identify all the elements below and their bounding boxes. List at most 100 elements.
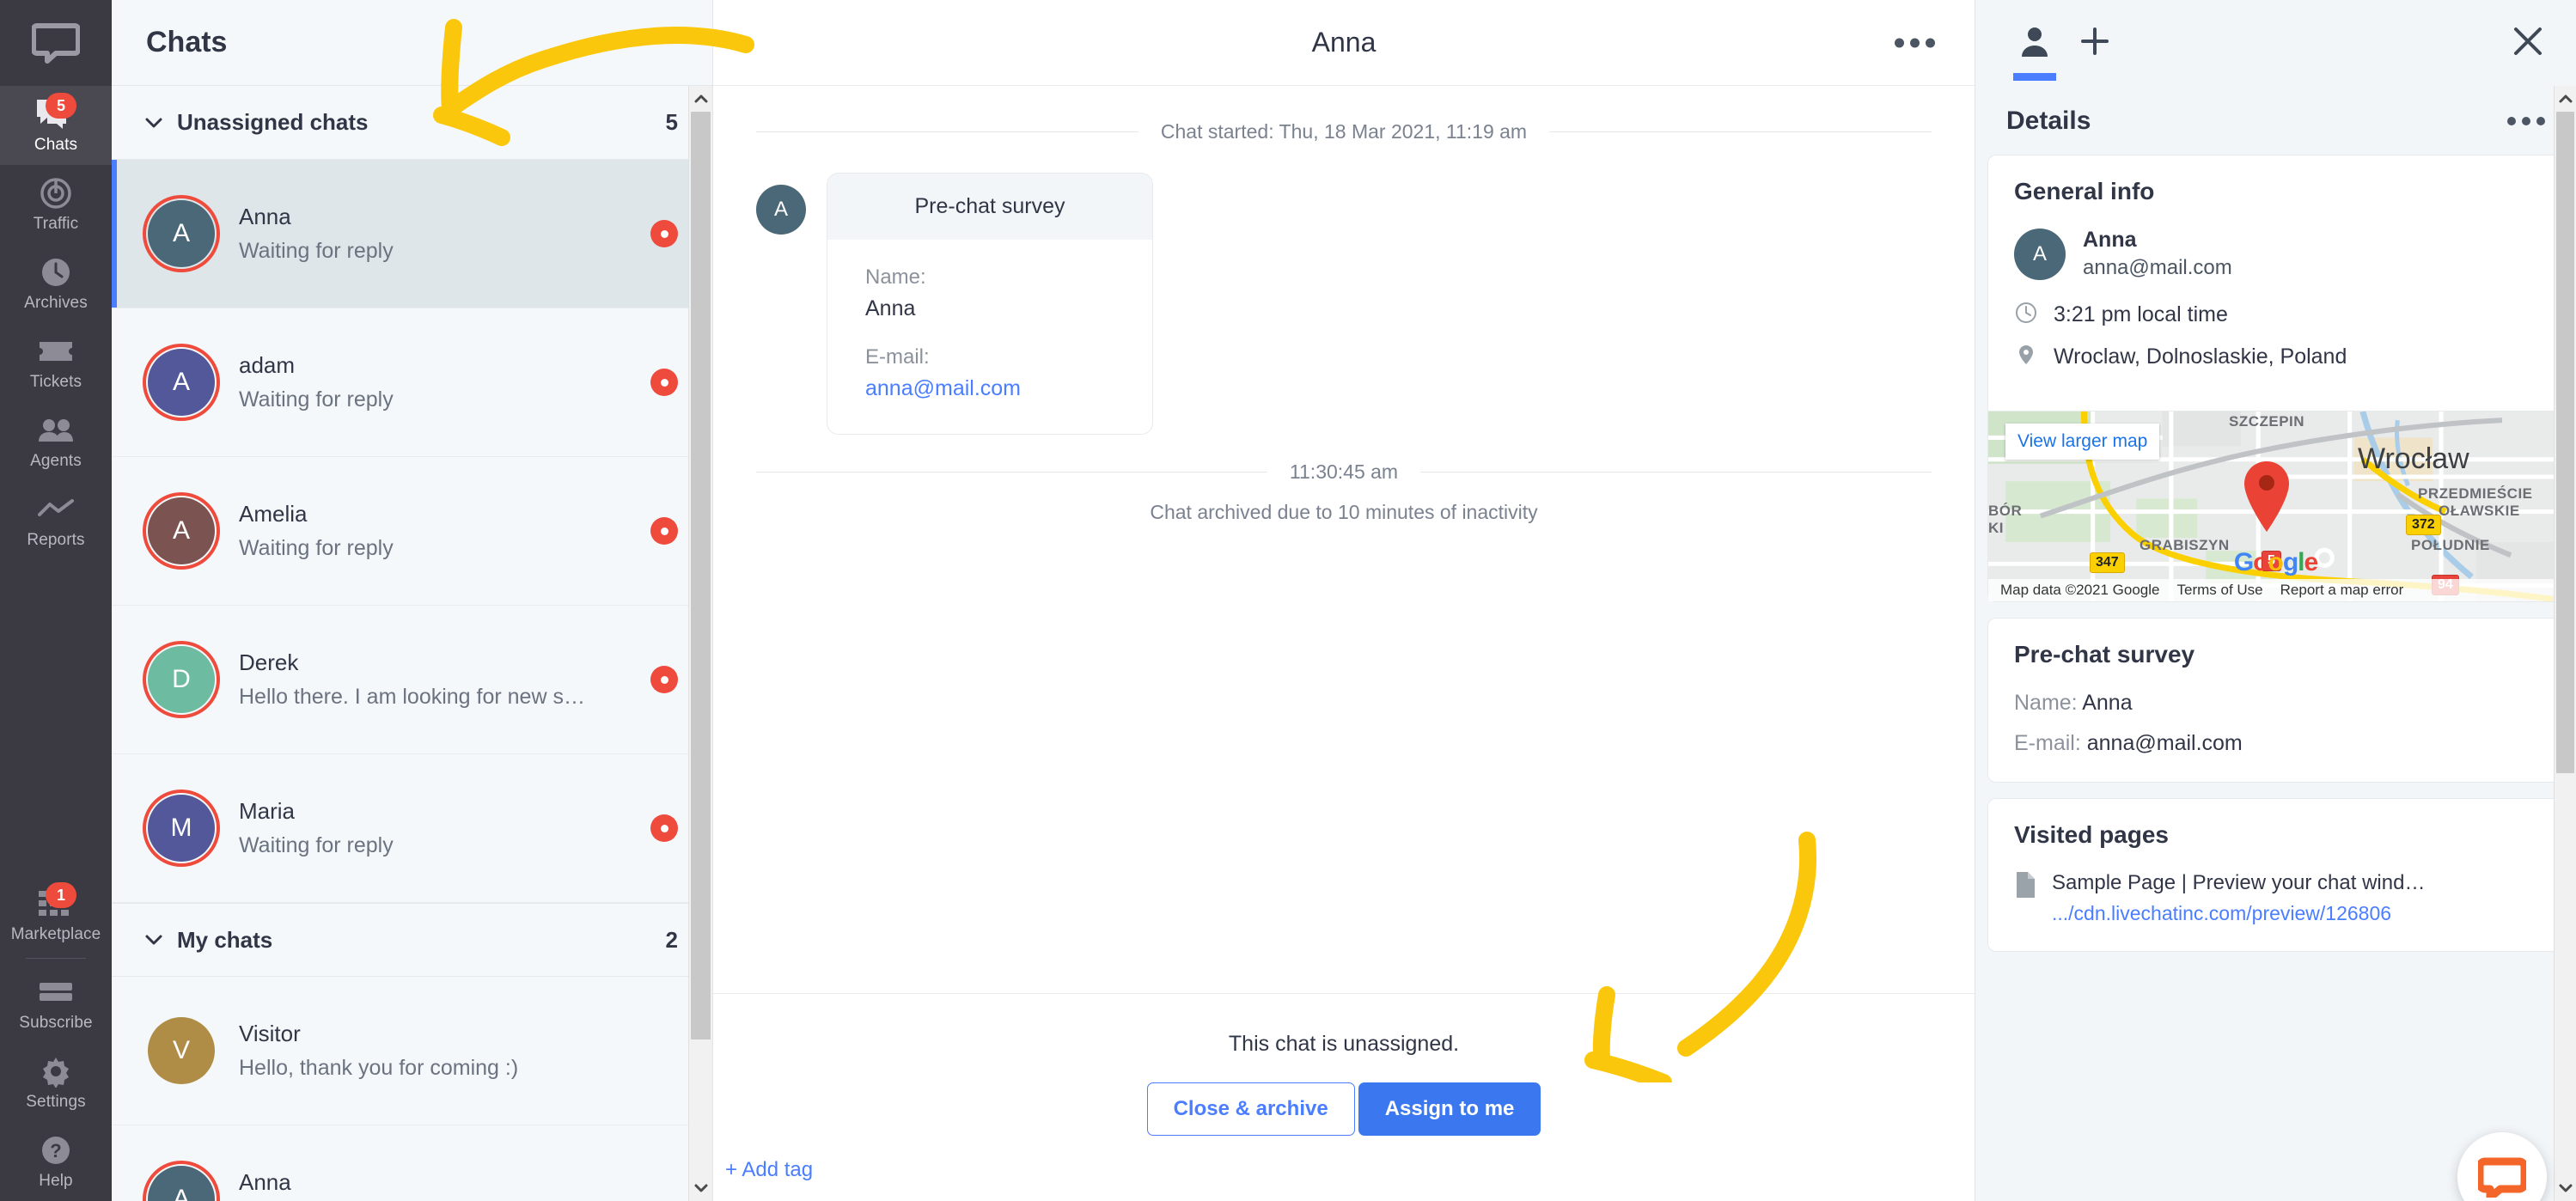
chat-list-scrollbar[interactable] xyxy=(688,86,712,1201)
archive-time-divider: 11:30:45 am xyxy=(756,460,1932,484)
survey-email-value[interactable]: anna@mail.com xyxy=(865,376,1114,401)
chat-list-item-anna-mychats[interactable]: A Anna Chat now xyxy=(112,1125,712,1201)
chat-list-panel: Chats Unassigned chats 5 A Anna Waiting … xyxy=(112,0,713,1201)
chat-list-item-anna-unassigned[interactable]: A Anna Waiting for reply xyxy=(112,160,712,308)
divider-line xyxy=(1549,131,1932,132)
sidebar-item-traffic[interactable]: Traffic xyxy=(0,165,112,244)
map-label: OŁAWSKIE xyxy=(2439,503,2520,519)
clock-icon xyxy=(2014,301,2038,329)
chat-item-texts: Anna Chat now xyxy=(239,1169,678,1201)
map-pin-icon xyxy=(2014,343,2038,371)
sidebar-item-reports[interactable]: Reports xyxy=(0,481,112,560)
group-header-unassigned-chats[interactable]: Unassigned chats 5 xyxy=(112,86,712,160)
group-count: 2 xyxy=(665,926,678,953)
livechat-logo-icon[interactable] xyxy=(0,0,112,86)
chat-item-name: Anna xyxy=(239,204,291,229)
local-time-text: 3:21 pm local time xyxy=(2054,302,2228,326)
map-label: GRABISZYN xyxy=(2140,537,2230,553)
avatar-unread-ring xyxy=(143,195,220,272)
prechat-survey-email-value: anna@mail.com xyxy=(2086,731,2243,755)
visited-page-url[interactable]: .../cdn.livechatinc.com/preview/126806 xyxy=(2052,902,2425,925)
survey-spacer xyxy=(865,321,1114,345)
details-scrollbar[interactable] xyxy=(2554,86,2576,1201)
survey-name-label: Name: xyxy=(865,265,926,289)
scroll-down-arrow-icon[interactable] xyxy=(2555,1175,2576,1201)
chat-list-header: Chats xyxy=(112,0,712,86)
chat-item-texts: Anna Waiting for reply xyxy=(239,204,635,264)
visited-page-item[interactable]: Sample Page | Preview your chat wind… ..… xyxy=(2014,871,2537,925)
sidebar-item-help[interactable]: ? Help xyxy=(0,1122,112,1201)
visited-page-texts: Sample Page | Preview your chat wind… ..… xyxy=(2052,871,2425,925)
close-and-archive-button[interactable]: Close & archive xyxy=(1146,1082,1355,1136)
sidebar-item-archives[interactable]: Archives xyxy=(0,244,112,323)
question-circle-icon: ? xyxy=(37,1134,75,1167)
prechat-survey-card-heading: Pre-chat survey xyxy=(827,174,1152,240)
chat-item-preview: Waiting for reply xyxy=(239,833,394,857)
unread-indicator-icon xyxy=(650,220,678,247)
map-report-error-link[interactable]: Report a map error xyxy=(2280,582,2404,599)
conversation-body: Chat started: Thu, 18 Mar 2021, 11:19 am… xyxy=(713,86,1975,993)
location-map[interactable]: View larger map SZCZEPIN Wrocław PRZEDMI… xyxy=(1988,411,2563,601)
map-terms-link[interactable]: Terms of Use xyxy=(2177,582,2263,599)
chevron-down-icon xyxy=(143,929,165,951)
chat-item-preview: Waiting for reply xyxy=(239,536,394,560)
chat-item-name: Amelia xyxy=(239,501,308,527)
chat-list-item-amelia[interactable]: A Amelia Waiting for reply xyxy=(112,457,712,606)
avatar: A xyxy=(143,344,220,421)
document-icon xyxy=(2014,871,2036,903)
group-header-my-chats[interactable]: My chats 2 xyxy=(112,903,712,977)
assign-to-me-button[interactable]: Assign to me xyxy=(1358,1082,1541,1136)
chat-list-item-adam[interactable]: A adam Waiting for reply xyxy=(112,308,712,457)
avatar: M xyxy=(143,789,220,867)
prechat-survey-email-row: E-mail: anna@mail.com xyxy=(2014,731,2537,756)
conversation-panel: Anna Chat started: Thu, 18 Mar 2021, 11:… xyxy=(713,0,1975,1201)
scrollbar-thumb[interactable] xyxy=(2556,112,2574,773)
sidebar-item-label: Chats xyxy=(34,136,78,154)
scroll-up-arrow-icon[interactable] xyxy=(689,86,712,112)
avatar-unread-ring xyxy=(143,344,220,421)
prechat-survey-email-label: E-mail: xyxy=(2014,731,2081,755)
sidebar-item-marketplace[interactable]: 1 Marketplace xyxy=(0,875,112,954)
sidebar-item-chats[interactable]: 5 Chats xyxy=(0,86,112,165)
conversation-header: Anna xyxy=(713,0,1975,86)
livechat-app: 5 Chats Traffic Archives Tickets Agents … xyxy=(0,0,2576,1201)
chat-item-preview: Hello there. I am looking for new s… xyxy=(239,685,585,709)
avatar: A xyxy=(143,1161,220,1201)
chat-item-preview: Hello, thank you for coming :) xyxy=(239,1056,519,1080)
chat-item-preview: Waiting for reply xyxy=(239,387,394,412)
more-horizontal-icon[interactable] xyxy=(2507,117,2545,125)
gear-icon xyxy=(37,1055,75,1088)
chat-list-item-visitor[interactable]: V Visitor Hello, thank you for coming :) xyxy=(112,977,712,1125)
details-title: Details xyxy=(2006,107,2091,135)
sidebar-item-agents[interactable]: Agents xyxy=(0,402,112,481)
sidebar-item-subscribe[interactable]: Subscribe xyxy=(0,964,112,1043)
rail-divider xyxy=(26,958,86,959)
scroll-up-arrow-icon[interactable] xyxy=(2555,86,2576,112)
tab-customer-details[interactable] xyxy=(2005,0,2065,86)
chat-list-item-derek[interactable]: D Derek Hello there. I am looking for ne… xyxy=(112,606,712,754)
chat-list-item-maria[interactable]: M Maria Waiting for reply xyxy=(112,754,712,903)
more-horizontal-icon[interactable] xyxy=(1895,38,1935,47)
scrollbar-thumb[interactable] xyxy=(691,112,711,1039)
prechat-survey-name-label: Name: xyxy=(2014,691,2078,715)
avatar: A xyxy=(143,492,220,570)
customer-identity-row: A Anna anna@mail.com xyxy=(2014,228,2537,280)
general-info-heading: General info xyxy=(2014,178,2155,204)
sidebar-item-label: Tickets xyxy=(29,373,82,391)
chat-item-name: Visitor xyxy=(239,1021,301,1046)
survey-email-label: E-mail: xyxy=(865,345,930,369)
unread-indicator-icon xyxy=(650,814,678,842)
add-tag-button[interactable]: + Add tag xyxy=(725,1158,813,1182)
google-logo: Google xyxy=(2233,548,2318,576)
avatar-unread-ring xyxy=(143,789,220,867)
details-scroll-area: Details General info A Anna anna@mail.co… xyxy=(1975,86,2576,1201)
sidebar-item-label: Marketplace xyxy=(10,925,101,943)
chat-item-texts: Amelia Waiting for reply xyxy=(239,501,635,561)
tab-add-section[interactable] xyxy=(2065,0,2125,86)
details-title-row: Details xyxy=(1987,86,2564,155)
sidebar-item-settings[interactable]: Settings xyxy=(0,1043,112,1122)
view-larger-map-button[interactable]: View larger map xyxy=(2005,424,2160,460)
close-icon[interactable] xyxy=(2509,22,2547,64)
scroll-down-arrow-icon[interactable] xyxy=(689,1175,712,1201)
sidebar-item-tickets[interactable]: Tickets xyxy=(0,323,112,402)
